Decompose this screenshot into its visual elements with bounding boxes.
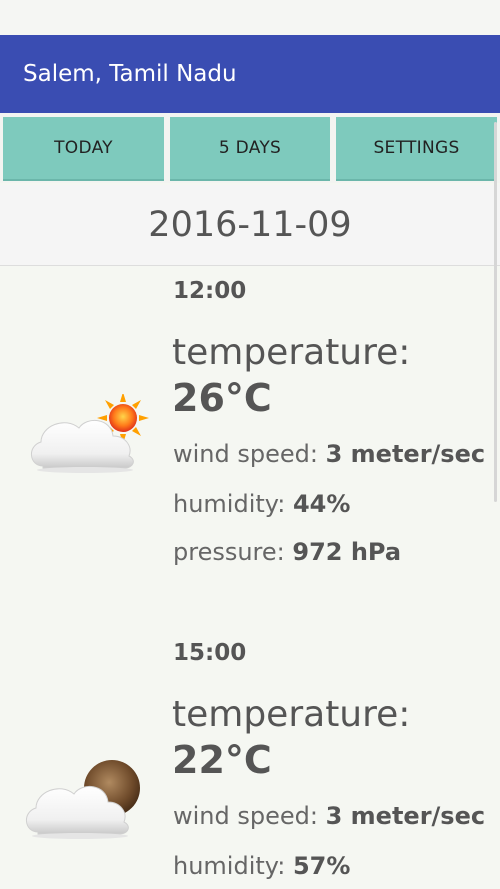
humidity-row: humidity: 44% bbox=[173, 490, 350, 518]
date-text: 2016-11-09 bbox=[148, 205, 352, 245]
tab-today[interactable]: TODAY bbox=[3, 117, 164, 181]
humidity-label: humidity: bbox=[173, 852, 286, 880]
wind-speed-row: wind speed: 3 meter/sec bbox=[173, 440, 485, 468]
tab-5-days[interactable]: 5 DAYS bbox=[170, 117, 330, 181]
humidity-value: 44% bbox=[292, 490, 351, 518]
forecast-time: 12:00 bbox=[173, 278, 247, 304]
temperature-label: temperature: bbox=[172, 332, 411, 373]
scrollbar[interactable] bbox=[494, 122, 497, 502]
wind-speed-label: wind speed: bbox=[173, 802, 318, 830]
wind-speed-value: 3 meter/sec bbox=[325, 802, 486, 830]
forecast-item[interactable]: 15:00 temperature: 22°C wind speed: 3 me… bbox=[0, 628, 500, 889]
wind-speed-row: wind speed: 3 meter/sec bbox=[173, 802, 485, 830]
tab-5-days-label: 5 DAYS bbox=[218, 138, 282, 158]
wind-speed-value: 3 meter/sec bbox=[325, 440, 486, 468]
humidity-label: humidity: bbox=[173, 490, 286, 518]
pressure-label: pressure: bbox=[173, 538, 285, 566]
tab-settings-label: SETTINGS bbox=[373, 138, 460, 158]
tab-today-label: TODAY bbox=[54, 138, 113, 158]
date-header: 2016-11-09 bbox=[0, 185, 500, 266]
pressure-row: pressure: 972 hPa bbox=[173, 538, 401, 566]
humidity-row: humidity: 57% bbox=[173, 852, 350, 880]
pressure-value: 972 hPa bbox=[292, 538, 402, 566]
wind-speed-label: wind speed: bbox=[173, 440, 318, 468]
tab-settings[interactable]: SETTINGS bbox=[336, 117, 497, 181]
cloud-sun-icon bbox=[25, 392, 155, 474]
cloud-moon-icon bbox=[20, 760, 150, 840]
tab-bar: TODAY 5 DAYS SETTINGS bbox=[0, 113, 500, 183]
forecast-item[interactable]: 12:00 temperature: 26°C wind speed: 3 me… bbox=[0, 266, 500, 629]
status-bar bbox=[0, 0, 500, 35]
temperature-value: 26°C bbox=[172, 376, 272, 420]
app-bar: Salem, Tamil Nadu bbox=[0, 35, 500, 113]
temperature-label: temperature: bbox=[172, 694, 411, 735]
temperature-value: 22°C bbox=[172, 738, 272, 782]
forecast-time: 15:00 bbox=[173, 640, 247, 666]
humidity-value: 57% bbox=[292, 852, 351, 880]
location-title: Salem, Tamil Nadu bbox=[23, 61, 237, 87]
